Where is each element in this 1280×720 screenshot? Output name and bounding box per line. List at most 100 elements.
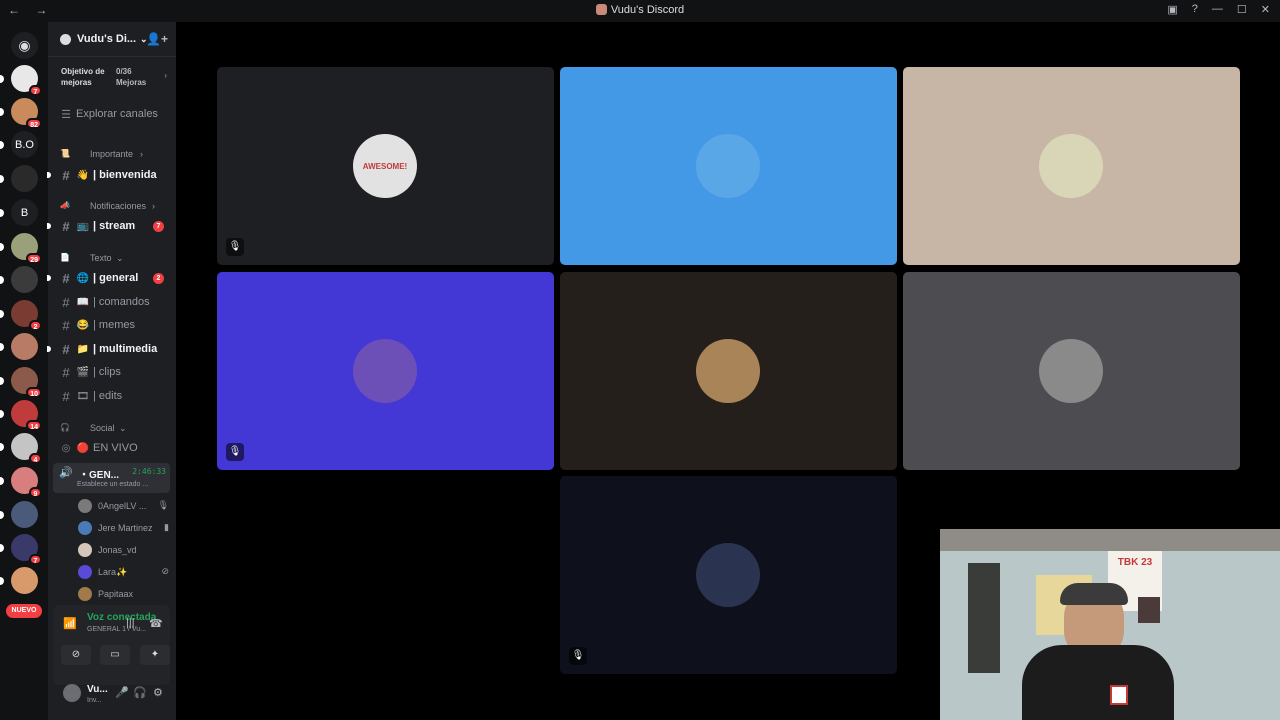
channel-clips[interactable]: # 🎬 | clips — [48, 362, 176, 382]
video-tile[interactable]: 🎙 — [560, 476, 897, 674]
server-icon[interactable]: B.O — [11, 131, 38, 158]
video-tile[interactable] — [903, 67, 1240, 265]
window-title-text: Vudu's Discord — [610, 4, 685, 16]
server-icon[interactable] — [11, 501, 38, 528]
explore-channels[interactable]: ☰ Explorar canales — [48, 104, 176, 124]
boost-goal[interactable]: Objetivo de mejoras 0/36 Mejoras › — [53, 62, 171, 92]
avatar: AWESOME! — [353, 134, 417, 198]
server-icon[interactable] — [11, 165, 38, 192]
voice-channel-active[interactable]: 🔊 ・GEN... 2:46:33 Establece un estado ..… — [53, 463, 170, 493]
new-badge: NUEVO — [6, 604, 42, 618]
channel-bienvenida[interactable]: # 👋 | bienvenida — [47, 165, 176, 185]
mention-badge: 7 — [29, 554, 42, 565]
channel-edits[interactable]: # 🎞 | edits — [48, 386, 176, 406]
avatar — [1039, 134, 1103, 198]
muted-icon: 🎙 — [569, 647, 587, 665]
unread-pill — [0, 141, 4, 149]
channel-stream[interactable]: # 📺 | stream 7 — [47, 216, 176, 236]
voice-channel-path[interactable]: GENERAL 1 / Vu... — [87, 626, 146, 633]
close-icon[interactable]: ✕ — [1261, 3, 1270, 16]
voice-user-name: 0AngelLV ... — [98, 501, 147, 511]
channel-en-vivo[interactable]: ◎ 🔴 EN VIVO — [48, 438, 176, 458]
chevron-right-icon: › — [164, 71, 167, 80]
voice-connected-label[interactable]: Voz conectada — [87, 612, 156, 623]
disconnect-icon[interactable]: ☎ — [149, 617, 163, 630]
screen-share-button[interactable]: ▭ — [100, 645, 130, 665]
video-tile[interactable] — [560, 67, 897, 265]
server-icon[interactable]: 4 — [11, 433, 42, 464]
discord-home-icon[interactable]: ◉ — [11, 32, 38, 59]
unread-pill — [0, 410, 4, 418]
voice-user[interactable]: Jere Martinez ▮ — [76, 519, 171, 537]
mention-badge: 2 — [153, 272, 164, 284]
voice-user[interactable]: 0AngelLV ... 🎙 — [76, 497, 171, 515]
server-icon[interactable]: 7 — [11, 534, 42, 565]
minimize-icon[interactable]: — — [1212, 3, 1223, 16]
boost-count: 0/36 Mejoras — [116, 67, 147, 87]
voice-user-name: Lara✨ — [98, 567, 128, 577]
channel-emoji: 😂 — [76, 319, 90, 331]
server-icon[interactable]: 10 — [11, 367, 42, 398]
server-icon[interactable]: 82 — [11, 98, 42, 129]
channel-multimedia[interactable]: # 📁 | multimedia — [47, 339, 176, 359]
server-icon[interactable] — [11, 333, 38, 360]
avatar — [1039, 339, 1103, 403]
video-tile[interactable] — [560, 272, 897, 470]
server-icon[interactable]: B — [11, 199, 38, 226]
noise-suppression-icon[interactable]: ||| — [126, 617, 135, 629]
server-icon[interactable] — [11, 266, 38, 293]
person-cap — [1060, 583, 1128, 605]
avatar — [78, 565, 92, 579]
help-icon[interactable]: ? — [1192, 3, 1198, 16]
video-tile[interactable]: AWESOME! 🎙 — [217, 67, 554, 265]
voice-user[interactable]: Lara✨ ⊘ — [76, 563, 171, 581]
activities-button[interactable]: ✦ — [140, 645, 170, 665]
category-importante[interactable]: 📜 Importante › — [48, 149, 176, 163]
voice-user[interactable]: Jonas_vd — [76, 541, 171, 559]
avatar — [696, 339, 760, 403]
unread-pill — [0, 544, 4, 552]
channel-sidebar: Vudu's Di... ⌄ 👤+ Objetivo de mejoras 0/… — [47, 22, 176, 720]
video-tile[interactable]: 🎙 — [217, 272, 554, 470]
channel-general[interactable]: # 🌐 | general 2 — [47, 268, 176, 288]
server-icon[interactable] — [11, 567, 38, 594]
category-social[interactable]: 🎧 Social ⌄ — [48, 423, 176, 437]
channel-memes[interactable]: # 😂 | memes — [48, 315, 176, 335]
server-icon[interactable]: 14 — [11, 400, 42, 431]
invite-icon[interactable]: 👤+ — [146, 32, 168, 46]
headphones-icon[interactable]: 🎧 — [133, 686, 147, 699]
guild-header[interactable]: Vudu's Di... ⌄ 👤+ — [48, 22, 176, 56]
server-icon[interactable]: 7 — [11, 65, 42, 96]
channel-name: EN VIVO — [93, 442, 138, 454]
voice-user-name: Jere Martinez — [98, 523, 153, 533]
unread-pill — [0, 511, 4, 519]
server-icon[interactable]: 9 — [11, 467, 42, 498]
voice-connection-panel: 📶 Voz conectada GENERAL 1 / Vu... ||| ☎ … — [53, 605, 170, 685]
unread-pill — [0, 343, 4, 351]
ceiling — [940, 529, 1280, 551]
server-list: ◉ 7 82 B.O B 29 2 10 14 4 9 7 NUEVO — [0, 22, 48, 720]
video-tile[interactable] — [903, 272, 1240, 470]
voice-status[interactable]: Establece un estado ... — [77, 481, 148, 488]
maximize-icon[interactable]: ☐ — [1237, 3, 1247, 16]
server-icon[interactable]: 2 — [11, 300, 42, 331]
channel-emoji: 🔴 — [76, 442, 90, 454]
guild-name: Vudu's Di... — [77, 33, 137, 45]
speaker-icon: 🔊 — [59, 467, 73, 479]
server-icon[interactable]: 29 — [11, 233, 42, 264]
user-name[interactable]: Vu... — [87, 684, 108, 695]
voice-user[interactable]: Papitaax — [76, 585, 171, 603]
gear-icon[interactable]: ⚙ — [153, 686, 163, 699]
avatar[interactable] — [63, 684, 81, 702]
category-texto[interactable]: 📄 Texto ⌄ — [48, 253, 176, 267]
inbox-icon[interactable]: ▣ — [1167, 3, 1177, 16]
microphone-icon[interactable]: 🎤 — [115, 686, 129, 699]
camera-off-button[interactable]: ⊘ — [61, 645, 91, 665]
signal-icon[interactable]: 📶 — [63, 617, 77, 630]
voice-timer: 2:46:33 — [132, 467, 166, 476]
unread-pill — [0, 243, 4, 251]
channel-comandos[interactable]: # 📖 | comandos — [48, 292, 176, 312]
channel-emoji: 📁 — [76, 343, 90, 355]
category-notificaciones[interactable]: 📣 Notificaciones › — [48, 201, 176, 215]
avatar — [78, 543, 92, 557]
